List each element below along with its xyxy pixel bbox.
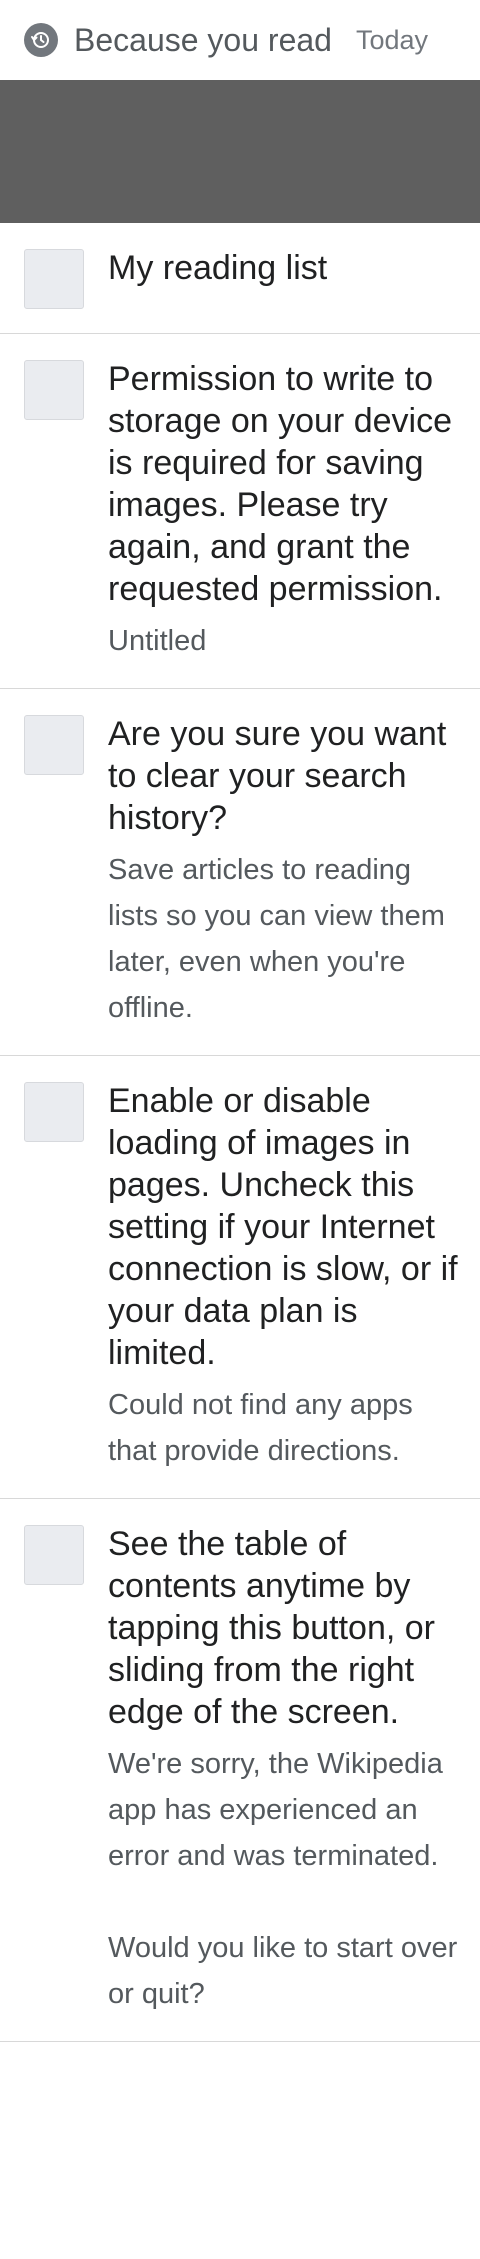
article-thumbnail bbox=[24, 1525, 84, 1585]
article-thumbnail bbox=[24, 249, 84, 309]
card-date: Today bbox=[355, 24, 429, 55]
list-item[interactable]: See the table of contents anytime by tap… bbox=[0, 1499, 480, 2042]
card-header: Because you read Today bbox=[0, 0, 480, 80]
article-description: We're sorry, the Wikipedia app has exper… bbox=[108, 1748, 458, 2010]
article-list: My reading list Permission to write to s… bbox=[0, 223, 480, 2042]
article-title: Enable or disable loading of images in p… bbox=[108, 1082, 458, 1372]
article-description: Save articles to reading lists so you ca… bbox=[108, 854, 445, 1024]
article-thumbnail bbox=[24, 360, 84, 420]
history-icon bbox=[24, 23, 58, 57]
article-title: Are you sure you want to clear your sear… bbox=[108, 715, 447, 837]
list-item[interactable]: Are you sure you want to clear your sear… bbox=[0, 689, 480, 1056]
article-thumbnail bbox=[24, 715, 84, 775]
list-item[interactable]: Permission to write to storage on your d… bbox=[0, 334, 480, 689]
article-title: My reading list bbox=[108, 249, 328, 287]
list-item[interactable]: Enable or disable loading of images in p… bbox=[0, 1056, 480, 1499]
list-item[interactable]: My reading list bbox=[0, 223, 480, 334]
article-description: Untitled bbox=[108, 625, 207, 657]
feature-image[interactable] bbox=[0, 80, 480, 223]
card-title: Because you read bbox=[74, 21, 332, 58]
article-title: See the table of contents anytime by tap… bbox=[108, 1525, 436, 1731]
article-thumbnail bbox=[24, 1082, 84, 1142]
article-description: Could not find any apps that provide dir… bbox=[108, 1389, 413, 1467]
article-title: Permission to write to storage on your d… bbox=[108, 360, 452, 608]
